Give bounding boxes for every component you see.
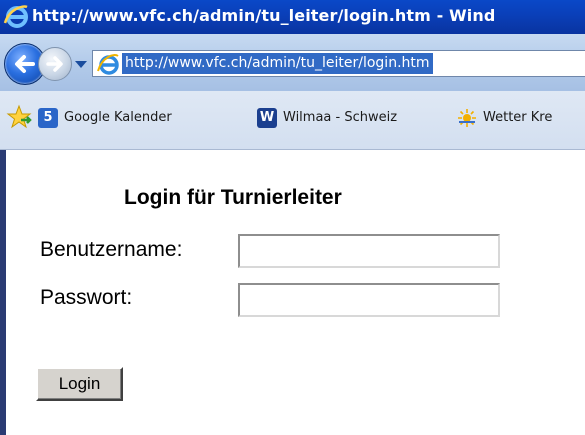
page-ie-icon	[97, 54, 119, 75]
password-input[interactable]	[238, 283, 500, 317]
favorite-label: Google Kalender	[64, 110, 172, 125]
calendar-icon: 5	[38, 108, 58, 128]
wilmaa-icon: W	[257, 108, 277, 128]
address-bar[interactable]: http://www.vfc.ch/admin/tu_leiter/login.…	[92, 50, 585, 77]
address-url[interactable]: http://www.vfc.ch/admin/tu_leiter/login.…	[122, 53, 433, 74]
favorites-bar: 5 Google Kalender W Wilmaa - Schweiz Wet…	[0, 91, 585, 150]
weather-sun-icon	[457, 108, 477, 128]
navigation-bar: http://www.vfc.ch/admin/tu_leiter/login.…	[0, 34, 585, 91]
page-title: Login für Turnierleiter	[124, 186, 342, 209]
favorites-star-icon[interactable]	[6, 104, 32, 130]
login-button[interactable]: Login	[36, 367, 123, 401]
username-label: Benutzername:	[40, 238, 183, 261]
window-title-bar[interactable]: http://www.vfc.ch/admin/tu_leiter/login.…	[0, 0, 585, 34]
favorite-label: Wilmaa - Schweiz	[283, 110, 398, 125]
forward-button[interactable]	[38, 47, 72, 81]
favorite-label: Wetter Kre	[483, 110, 553, 125]
username-input[interactable]	[238, 234, 500, 268]
page-content: Login für Turnierleiter Benutzername: Pa…	[6, 150, 585, 435]
window-title: http://www.vfc.ch/admin/tu_leiter/login.…	[32, 6, 496, 25]
internet-explorer-icon	[3, 5, 28, 28]
history-dropdown-icon[interactable]	[74, 58, 88, 70]
password-label: Passwort:	[40, 286, 133, 309]
forward-arrow-icon	[46, 56, 63, 72]
